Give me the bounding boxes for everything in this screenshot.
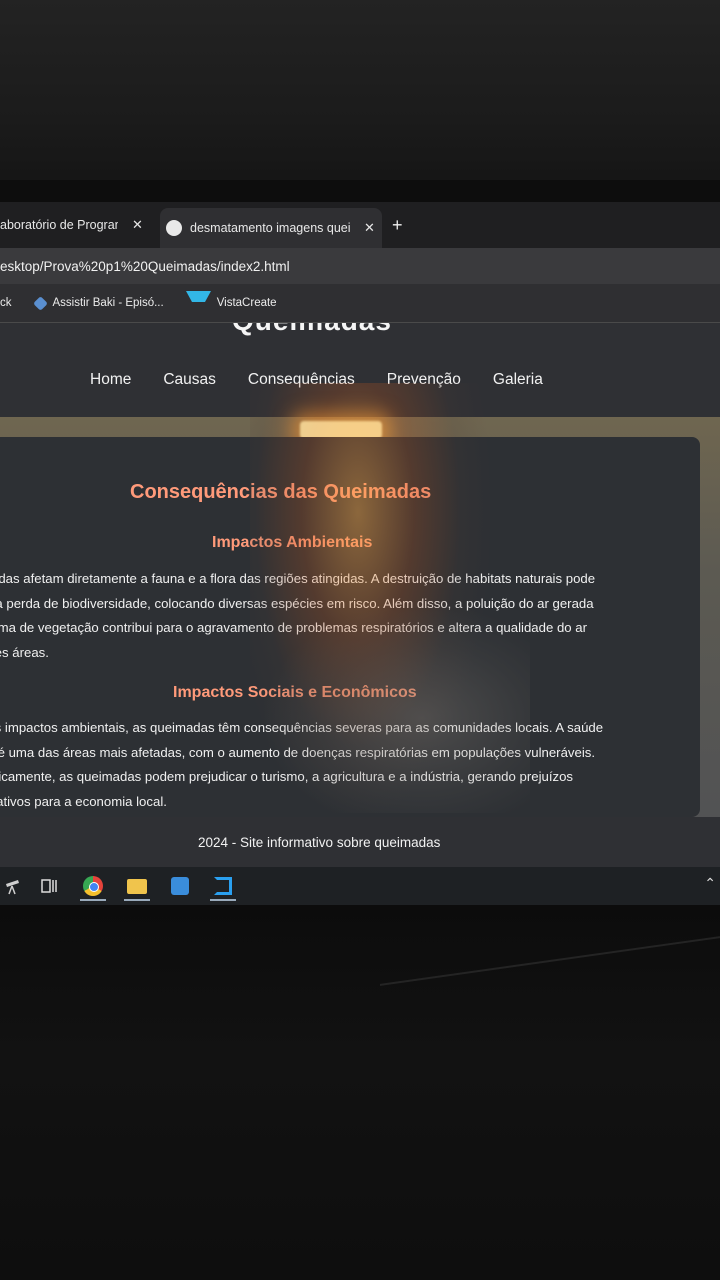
content-body: Consequências das Queimadas Impactos Amb… (0, 437, 680, 817)
file-explorer-icon[interactable] (124, 873, 150, 901)
nav-causas[interactable]: Causas (163, 371, 216, 389)
vscode-icon[interactable] (210, 873, 236, 901)
monitor-screen: aboratório de Programa ✕ desmatamento im… (0, 202, 720, 905)
web-page: Queimadas Home Causas Consequências Prev… (0, 323, 720, 867)
bookmark-baki[interactable]: Assistir Baki - Episó... (32, 295, 164, 311)
text-line: ndes áreas. (0, 644, 49, 660)
nav-galeria[interactable]: Galeria (493, 371, 543, 389)
vistacreate-icon (185, 291, 211, 315)
tab-label: aboratório de Programa (0, 218, 118, 232)
chrome-icon[interactable] (80, 873, 106, 901)
address-bar[interactable]: esktop/Prova%20p1%20Queimadas/index2.htm… (0, 248, 720, 284)
bookmark-label: Assistir Baki - Episó... (52, 297, 164, 309)
baki-icon (32, 295, 48, 311)
nav-consequencias[interactable]: Consequências (248, 371, 355, 389)
monitor-bezel (0, 180, 720, 202)
task-view-icon[interactable] (36, 873, 62, 899)
section-heading-sociais: Impactos Sociais e Econômicos (173, 684, 417, 701)
text-line: ca é uma das áreas mais afetadas, com o … (0, 744, 596, 760)
paragraph-sociais: dos impactos ambientais, as queimadas tê… (0, 716, 603, 814)
text-line: madas afetam diretamente a fauna e a flo… (0, 571, 596, 586)
tab-bar: aboratório de Programa ✕ desmatamento im… (0, 202, 720, 248)
text-line: ueima de vegetação contribui para o agra… (0, 620, 587, 635)
site-title: Queimadas (232, 323, 392, 337)
text-line: r na perda de biodiversidade, colocando … (0, 595, 594, 611)
footer-text: 2024 - Site informativo sobre queimadas (198, 835, 441, 850)
site-header: Queimadas Home Causas Consequências Prev… (0, 323, 720, 417)
paragraph-ambientais: madas afetam diretamente a fauna e a flo… (0, 567, 595, 665)
desk-background (0, 0, 720, 200)
bookmark-label: VistaCreate (216, 297, 277, 309)
text-line: ificativos para a economia local. (0, 793, 167, 809)
close-icon[interactable]: ✕ (132, 217, 143, 233)
taskbar: ⌃ (0, 867, 720, 905)
main-nav: Home Causas Consequências Prevenção Gale… (90, 371, 575, 389)
content-card: Consequências das Queimadas Impactos Amb… (0, 437, 700, 817)
bookmark-ck[interactable]: ck (0, 297, 12, 309)
google-icon (166, 220, 182, 236)
bookmark-label: ck (0, 297, 12, 309)
site-footer: 2024 - Site informativo sobre queimadas (0, 817, 720, 867)
tab-label: desmatamento imagens queim (190, 221, 350, 235)
section-heading-ambientais: Impactos Ambientais (212, 534, 373, 551)
store-icon[interactable] (167, 873, 193, 899)
text-line: dos impactos ambientais, as queimadas tê… (0, 720, 604, 735)
telescope-icon[interactable] (0, 873, 26, 899)
bookmarks-bar: ck Assistir Baki - Episó... VistaCreate (0, 284, 720, 323)
bookmark-vistacreate[interactable]: VistaCreate (185, 291, 277, 315)
text-line: omicamente, as queimadas podem prejudica… (0, 769, 574, 784)
close-icon[interactable]: ✕ (364, 220, 375, 236)
url-text[interactable]: esktop/Prova%20p1%20Queimadas/index2.htm… (0, 259, 290, 274)
page-heading: Consequências das Queimadas (130, 481, 432, 503)
tab-laboratorio[interactable]: aboratório de Programa ✕ (0, 202, 160, 248)
nav-home[interactable]: Home (90, 371, 131, 389)
new-tab-icon[interactable]: + (392, 215, 403, 236)
nav-prevencao[interactable]: Prevenção (387, 371, 461, 389)
tab-desmatamento[interactable]: desmatamento imagens queim ✕ (160, 208, 382, 248)
chevron-up-icon[interactable]: ⌃ (704, 875, 716, 892)
